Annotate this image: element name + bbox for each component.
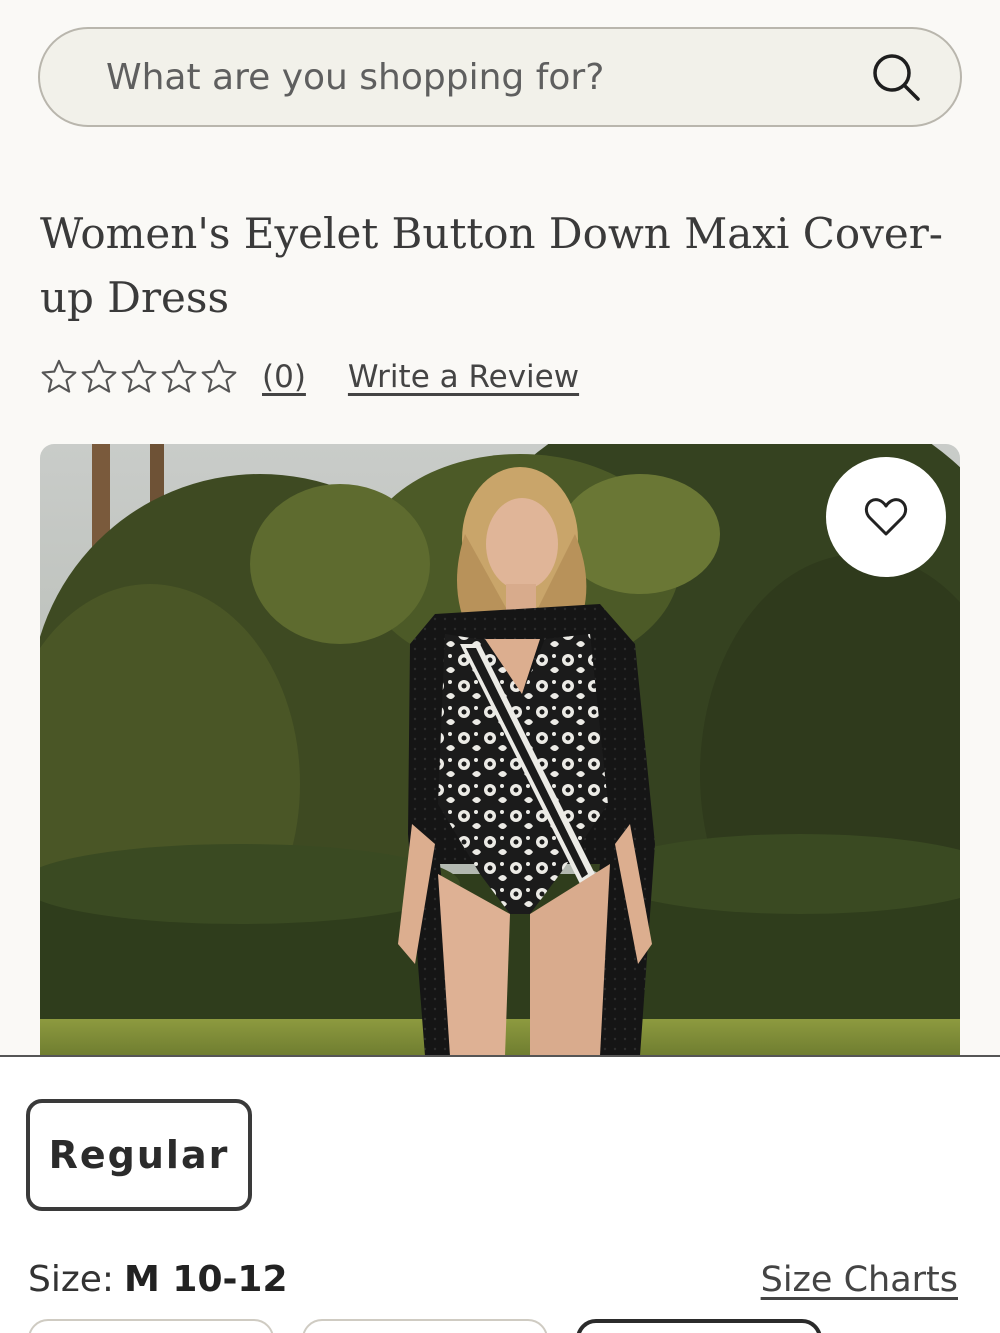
wishlist-button[interactable] bbox=[826, 457, 946, 577]
star-empty-icon bbox=[81, 359, 117, 393]
size-label: Size: bbox=[28, 1259, 115, 1300]
review-count-link[interactable]: (0) bbox=[262, 359, 306, 395]
star-empty-icon bbox=[41, 359, 77, 393]
search-icon[interactable] bbox=[870, 51, 922, 103]
size-selection: Size: M 10-12 bbox=[28, 1259, 288, 1300]
rating-row: (0) Write a Review bbox=[40, 352, 579, 402]
size-chip[interactable] bbox=[28, 1319, 274, 1333]
product-image[interactable] bbox=[40, 444, 960, 1056]
product-title: Women's Eyelet Button Down Maxi Cover-up… bbox=[40, 209, 943, 322]
star-empty-icon bbox=[201, 359, 237, 393]
star-empty-icon bbox=[161, 359, 197, 393]
heart-icon bbox=[864, 498, 908, 536]
size-charts-link[interactable]: Size Charts bbox=[761, 1260, 958, 1300]
write-review-link[interactable]: Write a Review bbox=[348, 359, 579, 395]
size-chip[interactable] bbox=[302, 1319, 548, 1333]
size-row: Size: M 10-12 Size Charts bbox=[28, 1259, 958, 1300]
star-empty-icon bbox=[121, 359, 157, 393]
product-page: Women's Eyelet Button Down Maxi Cover-up… bbox=[0, 0, 1000, 1333]
size-chip-selected[interactable] bbox=[576, 1319, 822, 1333]
star-rating bbox=[40, 358, 238, 396]
fit-option-regular[interactable]: Regular bbox=[26, 1099, 252, 1211]
product-photo bbox=[40, 444, 960, 1056]
options-panel: Regular Size: M 10-12 Size Charts bbox=[0, 1057, 1000, 1333]
search-bar[interactable] bbox=[38, 27, 962, 127]
search-input[interactable] bbox=[106, 56, 806, 98]
size-value: M 10-12 bbox=[124, 1259, 288, 1300]
